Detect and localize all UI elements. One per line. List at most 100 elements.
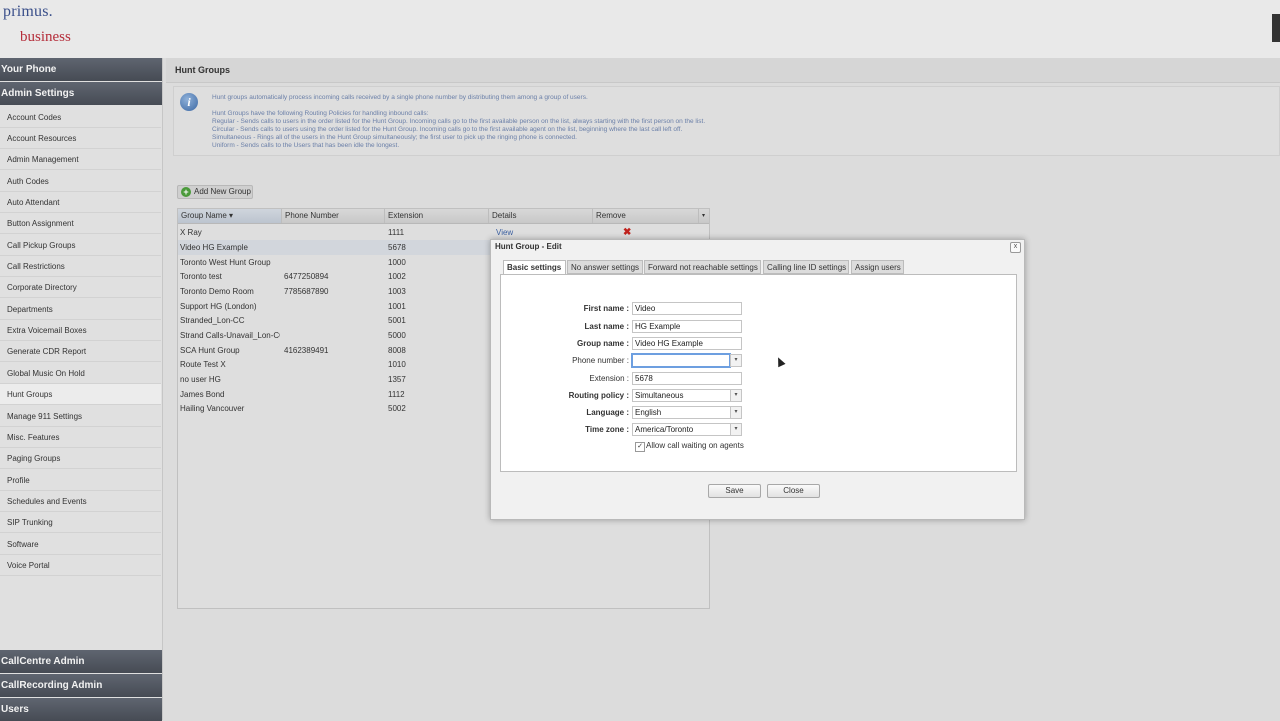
sidebar-item-misc-features[interactable]: Misc. Features: [0, 427, 161, 448]
hunt-group-edit-dialog: Hunt Group - Edit x Basic settings No an…: [490, 239, 1025, 520]
sidebar-item-voice-portal[interactable]: Voice Portal: [0, 555, 161, 576]
last-name-field[interactable]: HG Example: [632, 320, 742, 333]
column-menu-icon[interactable]: ▾: [699, 209, 709, 223]
info-text: Hunt Groups have the following Routing P…: [212, 110, 429, 117]
cell-group-name: no user HG: [180, 375, 221, 384]
tab-assign-users[interactable]: Assign users: [851, 260, 904, 274]
sidebar-item-call-pickup-groups[interactable]: Call Pickup Groups: [0, 235, 161, 256]
time-zone-value: America/Toronto: [635, 425, 694, 434]
sidebar-item-global-music-on-hold[interactable]: Global Music On Hold: [0, 363, 161, 384]
cell-extension: 8008: [388, 346, 406, 355]
allow-call-waiting-label: Allow call waiting on agents: [646, 441, 744, 450]
sidebar-item-generate-cdr-report[interactable]: Generate CDR Report: [0, 341, 161, 362]
sidebar: Your Phone Admin Settings Account Codes …: [0, 58, 163, 721]
info-icon: i: [180, 93, 198, 111]
cell-extension: 1111: [388, 228, 405, 237]
sidebar-item-call-restrictions[interactable]: Call Restrictions: [0, 256, 161, 277]
language-label: Language :: [586, 408, 629, 417]
sidebar-section-your-phone[interactable]: Your Phone: [0, 58, 162, 81]
cell-group-name: X Ray: [180, 228, 202, 237]
sidebar-item-schedules-and-events[interactable]: Schedules and Events: [0, 491, 161, 512]
info-text: Regular - Sends calls to users in the or…: [212, 118, 706, 125]
sidebar-section-callrecording-admin[interactable]: CallRecording Admin: [0, 674, 162, 697]
cell-group-name: Toronto West Hunt Group: [180, 258, 271, 267]
save-button[interactable]: Save: [708, 484, 761, 498]
add-new-group-button[interactable]: + Add New Group: [177, 185, 253, 199]
cell-phone-number: 4162389491: [284, 346, 329, 355]
table-header: Group Name ▾ Phone Number Extension Deta…: [178, 209, 709, 224]
cell-group-name: James Bond: [180, 390, 225, 399]
tab-forward-not-reachable-settings[interactable]: Forward not reachable settings: [644, 260, 761, 274]
sidebar-item-account-codes[interactable]: Account Codes: [0, 107, 161, 128]
cell-extension: 1000: [388, 258, 406, 267]
first-name-field[interactable]: Video: [632, 302, 742, 315]
sidebar-item-corporate-directory[interactable]: Corporate Directory: [0, 277, 161, 298]
info-text: Simultaneous - Rings all of the users in…: [212, 134, 577, 141]
cell-phone-number: 6477250894: [284, 272, 329, 281]
sidebar-item-sip-trunking[interactable]: SIP Trunking: [0, 512, 161, 533]
page-title: Hunt Groups: [175, 65, 230, 75]
language-value: English: [635, 408, 662, 417]
routing-policy-select[interactable]: Simultaneous ▾: [632, 389, 742, 402]
sidebar-item-paging-groups[interactable]: Paging Groups: [0, 448, 161, 469]
close-button[interactable]: Close: [767, 484, 820, 498]
phone-number-field[interactable]: [631, 353, 731, 368]
chevron-down-icon: ▾: [730, 355, 741, 366]
cell-extension: 1357: [388, 375, 406, 384]
allow-call-waiting-checkbox[interactable]: ✓: [635, 442, 645, 452]
sidebar-item-manage-911-settings[interactable]: Manage 911 Settings: [0, 406, 161, 427]
phone-number-dropdown[interactable]: ▾: [730, 354, 742, 367]
extension-field[interactable]: 5678: [632, 372, 742, 385]
basic-settings-panel: First name : Video Last name : HG Exampl…: [500, 274, 1017, 472]
corner-decoration: [1272, 14, 1280, 42]
add-new-group-label: Add New Group: [194, 187, 251, 196]
chevron-down-icon: ▾: [730, 424, 741, 435]
cell-extension: 1002: [388, 272, 406, 281]
tab-basic-settings[interactable]: Basic settings: [503, 260, 566, 275]
sidebar-item-hunt-groups[interactable]: Hunt Groups: [0, 384, 161, 405]
sort-arrow-icon: ▾: [229, 211, 234, 220]
cell-extension: 5002: [388, 404, 406, 413]
view-details-link[interactable]: View: [496, 225, 556, 240]
sidebar-item-profile[interactable]: Profile: [0, 470, 161, 491]
column-header-details[interactable]: Details: [489, 209, 593, 223]
app-header: primus. business: [0, 0, 1280, 58]
info-text: Circular - Sends calls to users using th…: [212, 126, 683, 133]
sidebar-item-button-assignment[interactable]: Button Assignment: [0, 213, 161, 234]
cell-extension: 5001: [388, 316, 406, 325]
table-row[interactable]: X Ray 1111 View ✖: [178, 225, 709, 240]
sidebar-section-users[interactable]: Users: [0, 698, 162, 721]
column-header-group-name[interactable]: Group Name ▾: [178, 209, 282, 223]
sidebar-item-account-resources[interactable]: Account Resources: [0, 128, 161, 149]
plus-icon: +: [181, 187, 191, 197]
tab-calling-line-id-settings[interactable]: Calling line ID settings: [763, 260, 849, 274]
cell-group-name: Stranded_Lon-CC: [180, 316, 245, 325]
time-zone-select[interactable]: America/Toronto ▾: [632, 423, 742, 436]
column-header-remove[interactable]: Remove: [593, 209, 699, 223]
column-header-extension[interactable]: Extension: [385, 209, 489, 223]
sidebar-section-callcentre-admin[interactable]: CallCentre Admin: [0, 650, 162, 673]
sidebar-item-extra-voicemail-boxes[interactable]: Extra Voicemail Boxes: [0, 320, 161, 341]
language-select[interactable]: English ▾: [632, 406, 742, 419]
cell-extension: 1003: [388, 287, 406, 296]
group-name-label: Group name :: [576, 339, 629, 348]
tab-no-answer-settings[interactable]: No answer settings: [567, 260, 643, 274]
group-name-field[interactable]: Video HG Example: [632, 337, 742, 350]
remove-icon[interactable]: ✖: [623, 225, 637, 240]
cell-group-name: Support HG (London): [180, 302, 257, 311]
column-header-phone-number[interactable]: Phone Number: [282, 209, 385, 223]
sidebar-item-departments[interactable]: Departments: [0, 299, 161, 320]
close-icon[interactable]: x: [1010, 242, 1021, 253]
cell-group-name: Video HG Example: [180, 243, 248, 252]
sidebar-item-software[interactable]: Software: [0, 534, 161, 555]
cell-group-name: Toronto test: [180, 272, 222, 281]
dialog-title: Hunt Group - Edit: [495, 242, 562, 251]
sidebar-item-auto-attendant[interactable]: Auto Attendant: [0, 192, 161, 213]
sidebar-section-admin-settings[interactable]: Admin Settings: [0, 82, 162, 105]
cell-group-name: Strand Calls-Unavail_Lon-CC: [180, 331, 280, 340]
sidebar-item-auth-codes[interactable]: Auth Codes: [0, 171, 161, 192]
time-zone-label: Time zone :: [585, 425, 629, 434]
brand-logo-primus: primus.: [3, 3, 53, 20]
sidebar-item-admin-management[interactable]: Admin Management: [0, 149, 161, 170]
cell-phone-number: 7785687890: [284, 287, 329, 296]
